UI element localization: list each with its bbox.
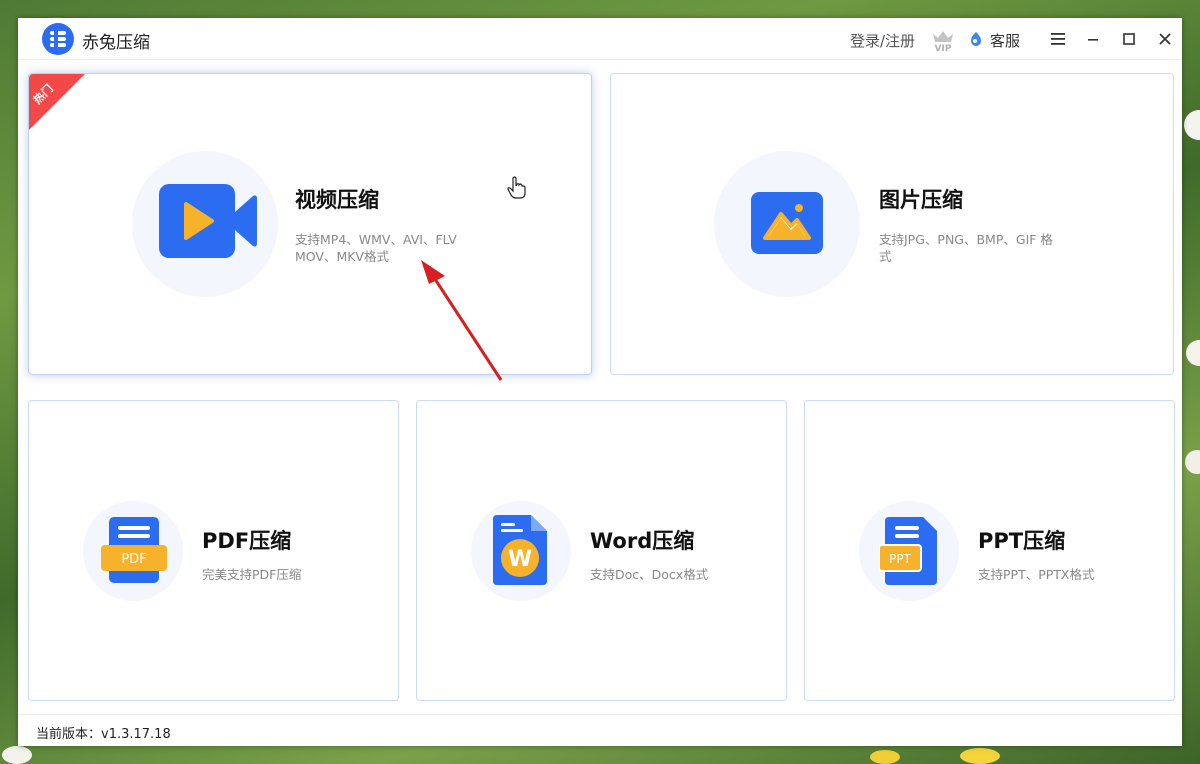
menu-icon xyxy=(1051,33,1065,45)
pdf-compress-card[interactable]: PDF PDF压缩 完美支持PDF压缩 xyxy=(28,400,399,701)
close-button[interactable] xyxy=(1154,28,1176,50)
vip-crown-icon[interactable]: VIP xyxy=(930,26,956,52)
image-compress-card[interactable]: 图片压缩 支持JPG、PNG、BMP、GIF 格 式 xyxy=(610,73,1174,375)
red-arrow-annotation xyxy=(421,260,503,381)
minimize-button[interactable] xyxy=(1082,28,1104,50)
menu-button[interactable] xyxy=(1047,28,1069,50)
maximize-button[interactable] xyxy=(1118,28,1140,50)
image-picture-icon xyxy=(751,192,823,254)
ppt-icon-text: PPT xyxy=(889,552,911,566)
pdf-compress-title: PDF压缩 xyxy=(202,529,292,553)
video-compress-card[interactable]: 热门 视频压缩 支持MP4、WMV、AVI、FLV MOV、MKV格式 xyxy=(28,73,592,381)
title-bar: 赤兔压缩 登录/注册 VIP 客服 xyxy=(18,18,1182,60)
app-title: 赤兔压缩 xyxy=(82,33,150,53)
hot-badge: 热门 xyxy=(29,74,85,130)
app-window: 赤兔压缩 登录/注册 VIP 客服 热门 视频压缩 支持MP4、WMV、AVI、… xyxy=(18,18,1182,746)
video-desc-line: 支持MP4、WMV、AVI、FLV xyxy=(295,232,457,247)
word-document-icon: W xyxy=(493,515,547,585)
login-register-link[interactable]: 登录/注册 xyxy=(850,30,915,51)
ppt-compress-title: PPT压缩 xyxy=(978,529,1066,553)
ppt-document-icon: PPT xyxy=(879,517,937,585)
background-flower xyxy=(1185,450,1200,474)
background-flower xyxy=(870,750,900,764)
word-compress-title: Word压缩 xyxy=(590,529,695,553)
word-compress-card[interactable]: W Word压缩 支持Doc、Docx格式 xyxy=(416,400,787,701)
app-logo-icon xyxy=(42,23,74,55)
word-compress-desc: 支持Doc、Docx格式 xyxy=(590,567,709,582)
background-flower xyxy=(2,746,32,764)
video-camera-icon xyxy=(159,184,257,258)
ppt-compress-card[interactable]: PPT PPT压缩 支持PPT、PPTX格式 xyxy=(804,400,1175,701)
video-compress-title: 视频压缩 xyxy=(295,188,379,212)
pdf-compress-desc: 完美支持PDF压缩 xyxy=(202,567,302,582)
pdf-document-icon: PDF xyxy=(101,517,167,583)
status-bar: 当前版本：v1.3.17.18 xyxy=(18,714,1182,746)
ppt-compress-desc: 支持PPT、PPTX格式 xyxy=(978,567,1095,582)
background-flower xyxy=(1186,340,1200,366)
minimize-icon xyxy=(1088,39,1098,41)
pdf-icon-text: PDF xyxy=(121,552,146,567)
image-compress-title: 图片压缩 xyxy=(879,188,963,212)
image-compress-desc: 支持JPG、PNG、BMP、GIF 格 式 xyxy=(879,231,1053,265)
background-flower xyxy=(1184,110,1200,140)
maximize-icon xyxy=(1123,33,1135,45)
close-icon xyxy=(1159,33,1171,45)
version-label: 当前版本：v1.3.17.18 xyxy=(36,727,171,742)
word-icon-text: W xyxy=(508,547,532,572)
customer-service-link[interactable]: 客服 xyxy=(990,30,1020,51)
customer-service-icon[interactable] xyxy=(968,31,984,47)
hand-cursor-icon xyxy=(507,176,526,199)
image-desc-line: 式 xyxy=(879,249,892,264)
image-desc-line: 支持JPG、PNG、BMP、GIF 格 xyxy=(879,232,1053,247)
background-flower xyxy=(960,748,1000,764)
vip-label: VIP xyxy=(935,44,952,52)
